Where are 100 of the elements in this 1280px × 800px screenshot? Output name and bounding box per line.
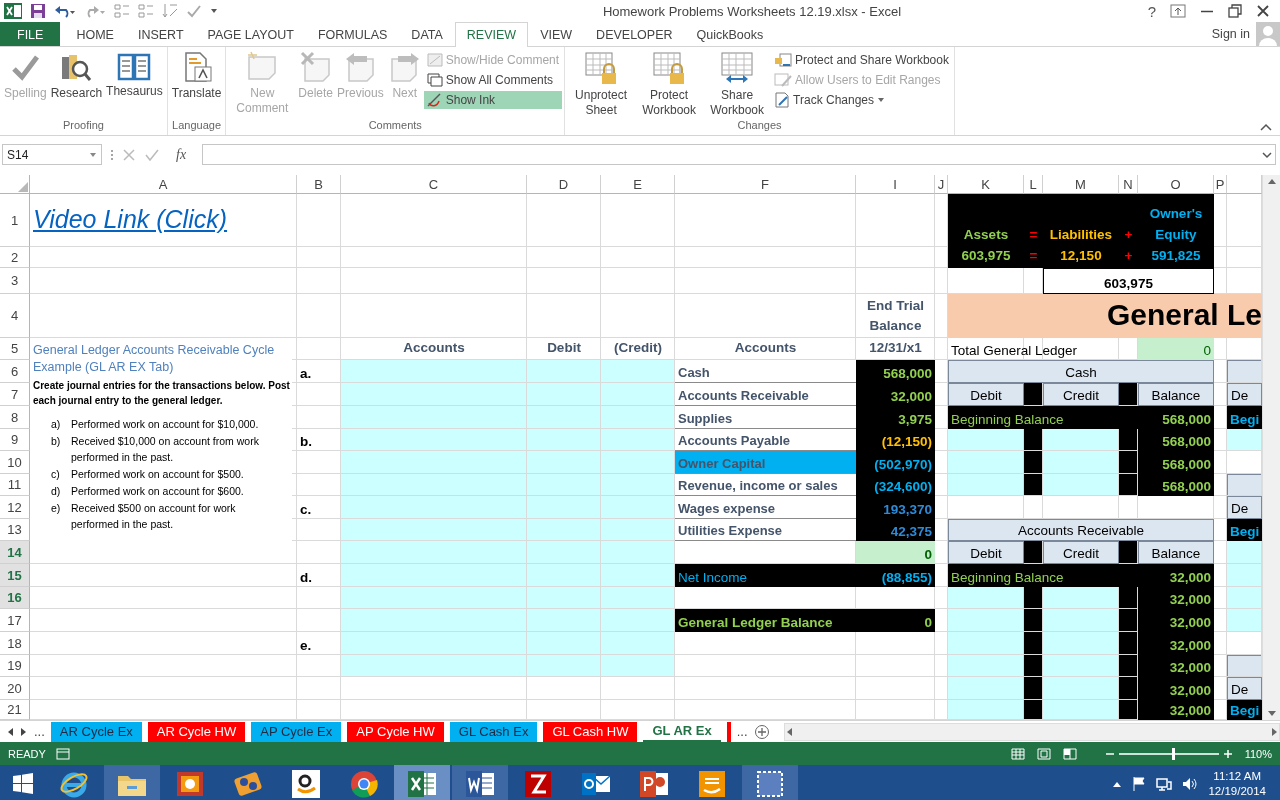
column-header[interactable]: P: [1214, 175, 1227, 194]
table-cell: Owner's Equity: [1138, 194, 1214, 247]
entry-letter: c.: [299, 501, 313, 519]
name-box[interactable]: S14: [2, 144, 102, 165]
row-header[interactable]: 16: [0, 587, 30, 609]
add-sheet-icon: [753, 723, 770, 740]
ribbon-tab[interactable]: INSERT: [125, 22, 196, 46]
amount-cell: 0: [856, 609, 935, 632]
column-header[interactable]: N: [1119, 175, 1138, 194]
ribbon-button[interactable]: Show Ink: [423, 91, 563, 109]
row-header[interactable]: 18: [0, 632, 30, 655]
row-header[interactable]: 2: [0, 247, 30, 268]
taskbar-button[interactable]: [452, 765, 508, 800]
row-header[interactable]: 8: [0, 406, 30, 429]
ribbon-tab[interactable]: REVIEW: [454, 22, 529, 47]
column-header[interactable]: I: [856, 175, 935, 194]
instructions-title: General Ledger Accounts Receivable Cycle Example (GL AR EX Tab): [33, 342, 276, 376]
horizontal-scrollbar[interactable]: [783, 722, 1280, 741]
help-button[interactable]: ?: [1147, 2, 1156, 20]
entry-letter: e.: [299, 637, 313, 655]
ribbon-tab[interactable]: FILE: [0, 22, 61, 46]
ribbon-button[interactable]: Track Changes: [771, 91, 952, 109]
sheet-tab[interactable]: GL Cash HW: [543, 721, 638, 742]
row-header[interactable]: 6: [0, 360, 30, 383]
column-heading: Accounts: [402, 339, 466, 357]
zoom-level[interactable]: 110%: [1244, 747, 1272, 760]
row-header[interactable]: 4: [0, 294, 30, 338]
account-name: Accounts Receivable: [675, 383, 856, 406]
sheet-tab[interactable]: AR Cycle HW: [147, 721, 246, 742]
spreadsheet-logo-icon: [4, 3, 22, 19]
row-header[interactable]: 7: [0, 383, 30, 406]
row-header[interactable]: 9: [0, 429, 30, 451]
column-header[interactable]: M: [1043, 175, 1119, 194]
zoom-thumb[interactable]: [1172, 747, 1175, 760]
row-header[interactable]: 1: [0, 194, 30, 247]
clock-time[interactable]: 11:12 AM: [1213, 769, 1262, 784]
ribbon-tab[interactable]: VIEW: [528, 22, 585, 46]
column-header[interactable]: J: [935, 175, 948, 194]
more-sheets[interactable]: ...: [34, 724, 45, 739]
column-header[interactable]: K: [948, 175, 1024, 194]
ribbon-button[interactable]: Thesaurus: [104, 49, 165, 99]
ribbon-tab[interactable]: PAGE LAYOUT: [195, 22, 306, 46]
row-header[interactable]: 11: [0, 474, 30, 496]
show-hidden-icon: [1112, 780, 1123, 788]
ribbon-button[interactable]: Research: [48, 49, 105, 101]
enter-icon: [144, 147, 160, 162]
ribbon-button[interactable]: Share Workbook: [703, 49, 772, 118]
minimize-icon: [1200, 9, 1214, 13]
row-header[interactable]: 19: [0, 655, 30, 677]
table-cell: Net Income: [675, 564, 856, 587]
row-header[interactable]: 21: [0, 700, 30, 720]
macro-icon: [55, 747, 70, 760]
column-header[interactable]: E: [601, 175, 675, 194]
column-header[interactable]: L: [1024, 175, 1043, 194]
ribbon-button[interactable]: Protect and Share Workbook: [771, 51, 952, 69]
more-sheets[interactable]: ...: [736, 724, 748, 739]
row-header[interactable]: 15: [0, 564, 30, 587]
column-header[interactable]: A: [30, 175, 297, 194]
ribbon-button[interactable]: Protect Workbook: [635, 49, 704, 118]
column-header[interactable]: B: [297, 175, 341, 194]
list-marker: c): [51, 467, 61, 482]
vertical-scrollbar[interactable]: [1262, 175, 1280, 720]
ribbon-button[interactable]: Translate: [169, 49, 224, 101]
account-name: Revenue, income or sales: [675, 474, 856, 496]
sheet-tab[interactable]: AP Cycle Ex: [251, 721, 342, 742]
video-link[interactable]: Video Link (Click): [30, 194, 297, 247]
row-header[interactable]: 5: [0, 338, 30, 360]
insert-function-button[interactable]: fx: [168, 146, 195, 163]
sheet-tab[interactable]: [726, 721, 731, 742]
ribbon-button[interactable]: Show All Comments: [423, 71, 563, 89]
ribbon-tab[interactable]: DEVELOPER: [584, 22, 685, 46]
row-header[interactable]: 13: [0, 519, 30, 541]
ribbon-button[interactable]: Unprotect Sheet: [567, 49, 636, 118]
table-cell: Begi: [1227, 406, 1262, 429]
row-header[interactable]: 20: [0, 677, 30, 700]
sign-in-link[interactable]: Sign in: [1205, 22, 1256, 46]
row-header[interactable]: 10: [0, 451, 30, 474]
column-header[interactable]: F: [675, 175, 856, 194]
row-header[interactable]: 12: [0, 496, 30, 519]
sheet-tab[interactable]: AR Cycle Ex: [50, 721, 142, 742]
clock-date[interactable]: 12/19/2014: [1208, 784, 1266, 799]
sheet-pencil-icon: [774, 73, 793, 87]
sort-icon: [162, 3, 178, 19]
sheet-tab[interactable]: GL Cash Ex: [449, 721, 538, 742]
row-header[interactable]: 17: [0, 609, 30, 632]
column-header[interactable]: C: [341, 175, 527, 194]
formula-input[interactable]: [202, 144, 1276, 165]
column-header[interactable]: D: [527, 175, 601, 194]
row-header[interactable]: 14: [0, 541, 30, 564]
ribbon-tab[interactable]: HOME: [64, 22, 126, 46]
sheet-tab[interactable]: AP Cycle HW: [347, 721, 444, 742]
ribbon-tab[interactable]: DATA: [399, 22, 455, 46]
browser-icon: [348, 768, 380, 800]
amount-cell: 32,000: [1138, 700, 1214, 720]
ribbon-tab[interactable]: QuickBooks: [684, 22, 776, 46]
column-heading: Debit: [948, 383, 1024, 406]
row-header[interactable]: 3: [0, 268, 30, 294]
column-header[interactable]: O: [1138, 175, 1214, 194]
ribbon-tab[interactable]: FORMULAS: [305, 22, 400, 46]
column-heading: Debit: [546, 339, 582, 357]
